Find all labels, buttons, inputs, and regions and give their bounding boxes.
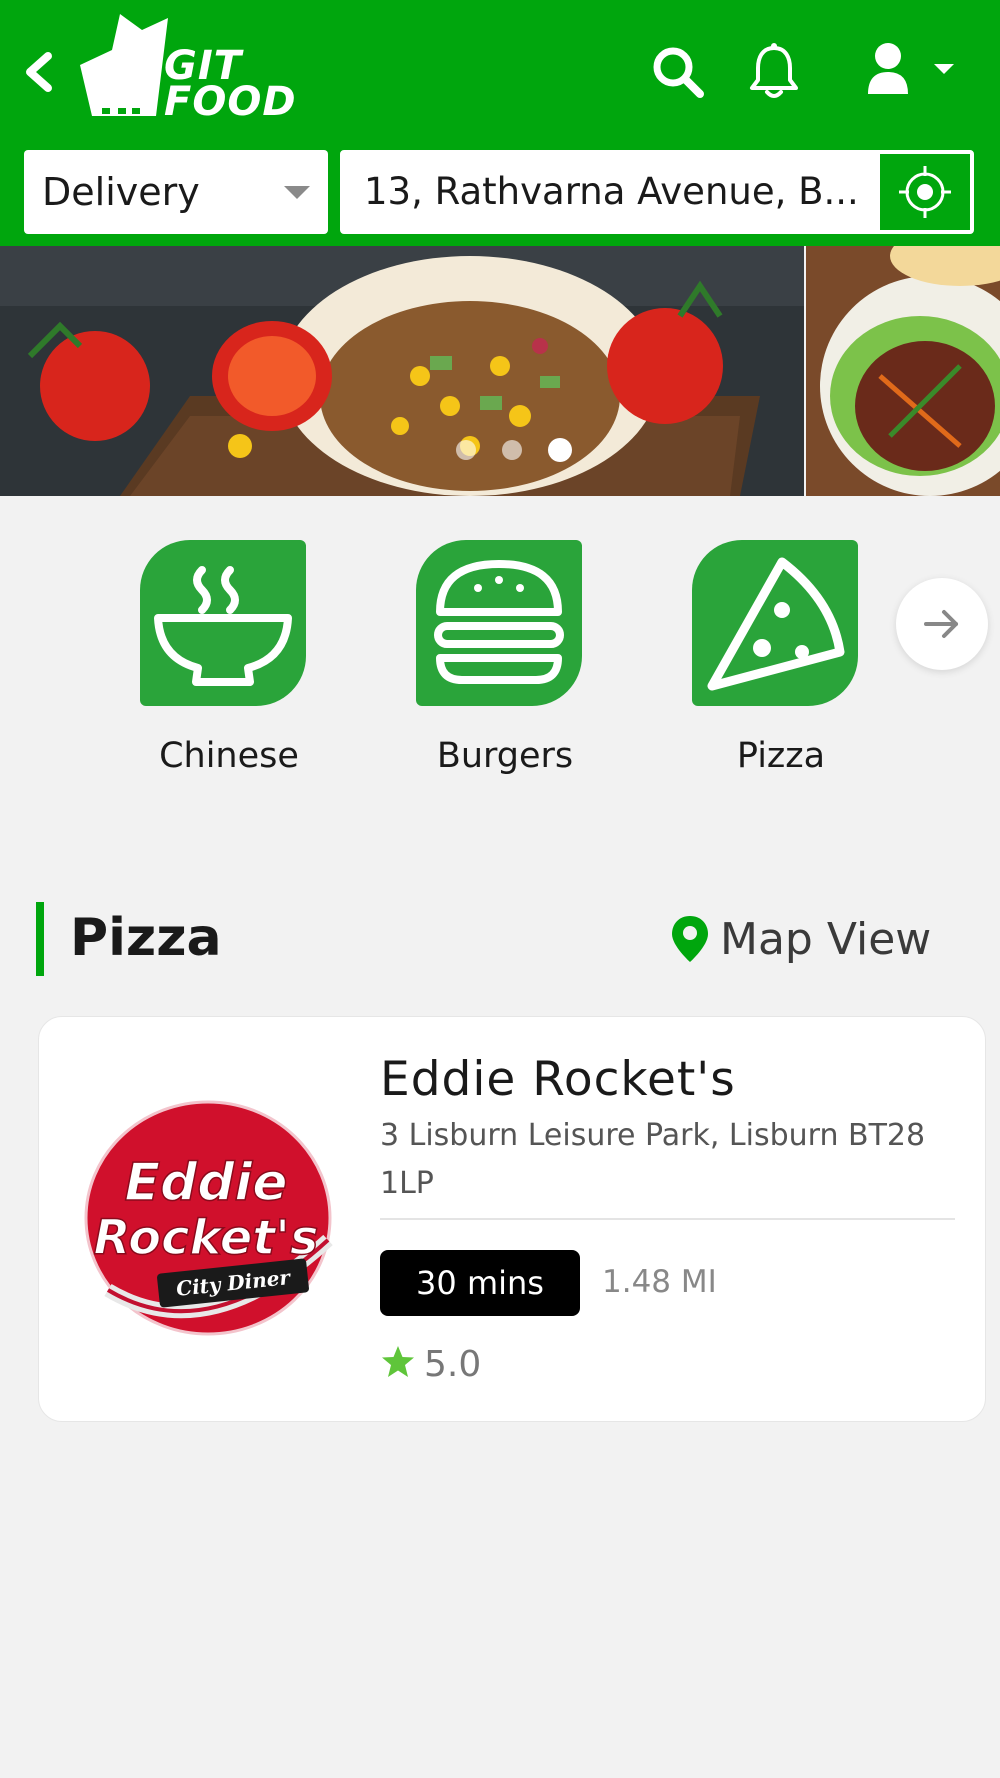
bell-icon — [750, 43, 798, 98]
svg-text:Eddie: Eddie — [124, 1153, 287, 1213]
pizza-slice-icon — [707, 557, 845, 691]
carousel-dot-2[interactable] — [502, 440, 522, 460]
star-icon — [380, 1344, 416, 1380]
category-chinese-label[interactable]: Chinese — [119, 736, 339, 776]
section-accent-bar — [36, 902, 44, 976]
user-menu-button[interactable] — [858, 40, 954, 100]
banner-image — [0, 246, 1000, 496]
category-burgers-label[interactable]: Burgers — [395, 736, 615, 776]
restaurant-rating: 5.0 — [424, 1344, 482, 1385]
address-field — [340, 150, 974, 234]
user-icon — [868, 43, 954, 94]
map-pin-icon — [672, 916, 708, 962]
search-button[interactable] — [650, 44, 706, 100]
promo-banner[interactable] — [0, 246, 1000, 496]
arrow-right-icon — [924, 610, 958, 638]
search-icon — [653, 47, 704, 98]
caret-down-icon — [284, 186, 310, 199]
notifications-button[interactable] — [746, 42, 802, 104]
logo-text-line2: FOOD — [164, 79, 297, 125]
crosshair-icon — [899, 166, 951, 218]
locate-me-button[interactable] — [878, 152, 972, 232]
category-chinese-tile[interactable] — [140, 540, 306, 706]
categories-next-button[interactable] — [896, 578, 988, 670]
restaurant-name[interactable]: Eddie Rocket's — [380, 1052, 736, 1107]
carousel-dot-3[interactable] — [548, 438, 572, 462]
category-pizza-label[interactable]: Pizza — [671, 736, 891, 776]
card-divider — [380, 1218, 955, 1220]
delivery-time-badge: 30 mins — [380, 1250, 580, 1316]
app-logo: GIT FOOD — [72, 10, 300, 125]
bowl-icon — [154, 566, 292, 686]
category-pizza-tile[interactable] — [692, 540, 858, 706]
shopping-bag-logo-icon — [80, 14, 168, 116]
restaurant-logo-image: Eddie Rocket's City Diner — [84, 1100, 333, 1336]
map-view-label: Map View — [720, 914, 932, 965]
order-type-value: Delivery — [42, 170, 200, 214]
order-type-select[interactable]: Delivery — [24, 150, 328, 234]
restaurant-logo: Eddie Rocket's City Diner — [78, 1090, 348, 1340]
category-burgers-tile[interactable] — [416, 540, 582, 706]
svg-text:Rocket's: Rocket's — [94, 1210, 319, 1266]
restaurant-address: 3 Lisburn Leisure Park, Lisburn BT28 1LP — [380, 1118, 926, 1201]
burger-icon — [434, 560, 564, 684]
carousel-dot-1[interactable] — [456, 440, 476, 460]
back-button[interactable] — [18, 46, 62, 98]
address-input[interactable] — [342, 152, 880, 232]
chevron-left-icon — [26, 52, 52, 92]
section-title: Pizza — [70, 908, 222, 968]
logo-text: GIT FOOD — [164, 46, 297, 125]
restaurant-distance: 1.48 MI — [602, 1264, 717, 1300]
